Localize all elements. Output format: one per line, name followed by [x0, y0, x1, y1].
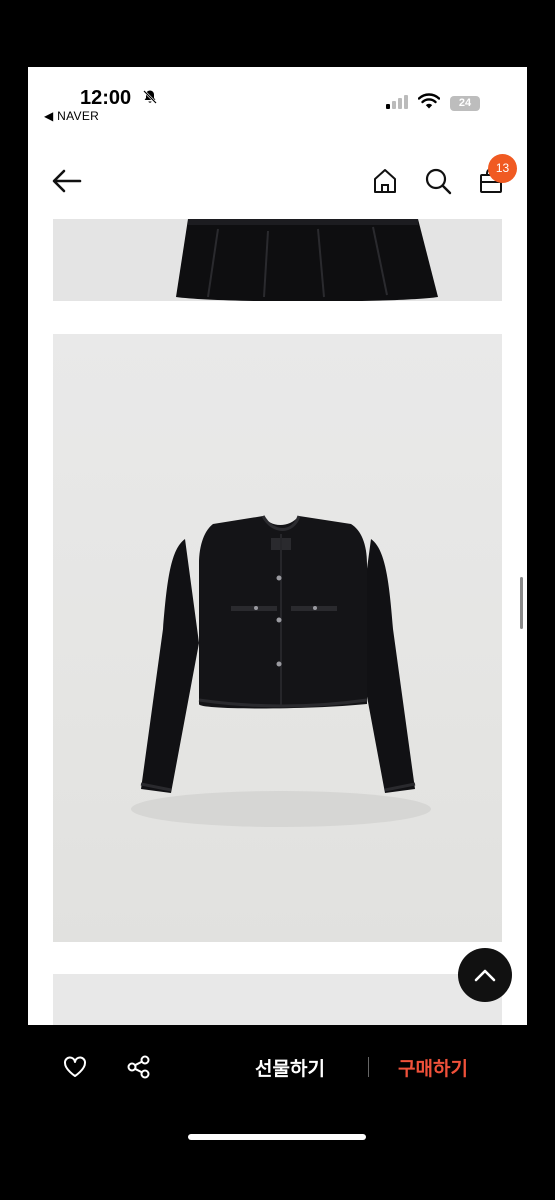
- home-icon[interactable]: [371, 167, 399, 195]
- status-time: 12:00: [80, 87, 132, 109]
- product-image-previous: [53, 219, 502, 301]
- back-arrow-icon[interactable]: [50, 167, 84, 195]
- wifi-icon: [418, 93, 440, 109]
- action-divider: [368, 1057, 369, 1077]
- skirt-illustration: [176, 219, 438, 301]
- search-icon[interactable]: [424, 167, 452, 195]
- buy-button[interactable]: 구매하기: [398, 1054, 468, 1081]
- scroll-to-top-button[interactable]: [458, 948, 512, 1002]
- tweed-jacket-illustration: [131, 515, 431, 827]
- battery-indicator: 24: [450, 96, 480, 111]
- product-image-main: [53, 334, 502, 942]
- scrollbar[interactable]: [520, 577, 523, 629]
- chevron-up-icon: [474, 969, 496, 982]
- cellular-signal-icon: [386, 95, 408, 109]
- cart-count-badge: 13: [488, 154, 517, 183]
- app-screen: 12:00 ◀ NAVER 24 13: [28, 67, 527, 1025]
- home-indicator: [188, 1134, 366, 1140]
- product-image-next: [53, 974, 502, 1025]
- bell-slash-icon: [143, 90, 157, 104]
- heart-icon[interactable]: [62, 1054, 88, 1080]
- back-to-app-link[interactable]: ◀ NAVER: [44, 109, 99, 123]
- share-icon[interactable]: [126, 1054, 152, 1080]
- gift-button[interactable]: 선물하기: [255, 1054, 325, 1081]
